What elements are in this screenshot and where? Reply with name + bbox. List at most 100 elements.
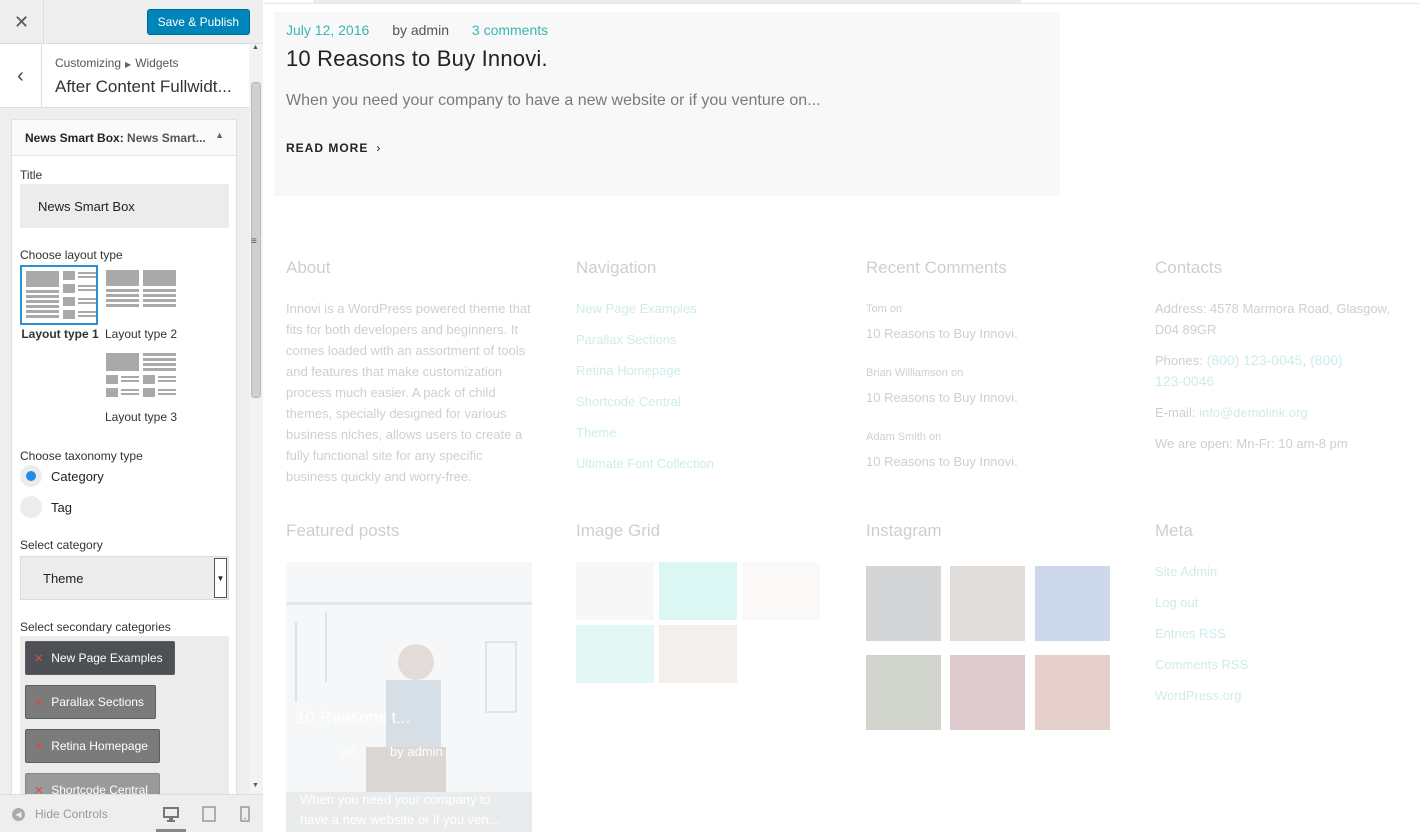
comment-post-link[interactable]: 10 Reasons to Buy Innovi. [866,326,1018,341]
taxonomy-category-label: Category [51,468,104,484]
layout-type-2-option[interactable]: Layout type 2 [101,265,181,341]
taxonomy-type-label: Choose taxonomy type [20,449,143,463]
nav-link[interactable]: New Page Examples [576,301,697,316]
scroll-up-icon[interactable]: ▲ [252,44,259,51]
instagram-image[interactable] [866,655,941,730]
widget-name-sub: News Smart... [127,131,206,145]
save-publish-button[interactable]: Save & Publish [146,9,250,35]
grid-image[interactable] [659,625,737,683]
close-icon[interactable]: ✕ [0,0,44,44]
widget-panel: News Smart Box: News Smart... ▲ Title Ch… [11,119,237,794]
nav-link[interactable]: Parallax Sections [576,332,676,347]
post-card: July 12, 2016 by admin 3 comments 10 Rea… [274,12,1060,196]
layout-type-1-option[interactable]: Layout type 1 [20,265,100,341]
radio-unchecked-icon [20,496,42,518]
meta-link[interactable]: WordPress.org [1155,688,1241,703]
layout-type-3-thumb [101,348,179,408]
remove-x-icon[interactable]: ✕ [34,653,43,665]
top-divider-highlight [313,0,1021,3]
email-label: E-mail: [1155,405,1196,420]
comment-on: on [950,367,964,379]
nav-link[interactable]: Theme [576,425,616,440]
nav-link[interactable]: Shortcode Central [576,394,681,409]
comment-author-name[interactable]: Tom [866,303,887,315]
desktop-preview-icon[interactable] [156,805,186,832]
grid-image[interactable] [576,562,654,620]
featured-post-image[interactable]: 10 Reasons t... 20 by admin When you nee… [286,562,532,832]
chip-label: Retina Homepage [51,739,148,753]
recent-comments-title: Recent Comments [866,258,1007,277]
collapse-arrow-icon[interactable]: ▲ [215,130,224,140]
layout-type-3-label: Layout type 3 [104,410,178,424]
secondary-category-chip[interactable]: ✕ Shortcode Central [25,773,160,794]
meta-title: Meta [1155,521,1193,540]
back-arrow-icon[interactable]: ‹ [0,44,42,108]
nav-link[interactable]: Ultimate Font Collection [576,456,714,471]
remove-x-icon[interactable]: ✕ [34,741,43,753]
instagram-image[interactable] [950,566,1025,641]
instagram-image[interactable] [950,655,1025,730]
layout-type-1-thumb [20,265,98,325]
grid-image[interactable] [576,625,654,683]
customizer-footer: ◀ Hide Controls [0,794,263,832]
widget-name-main: News Smart Box: [25,131,124,145]
comment-author: Tom on [866,303,902,315]
taxonomy-category-radio[interactable]: Category [20,465,104,487]
featured-post-author[interactable]: by admin [390,744,443,759]
secondary-categories-field[interactable]: ✕ New Page Examples ✕ Parallax Sections ✕ R… [20,636,229,794]
customizer-scroll-area: ‹ Customizing ▶ Widgets After Content Full… [0,44,249,794]
customizer-scrollbar[interactable]: ▲ ≡ ▼ [249,44,263,794]
title-input[interactable] [20,184,229,228]
layout-type-3-option[interactable]: Layout type 3 [101,348,181,424]
category-select[interactable]: Theme ▼ [20,556,229,600]
grid-image[interactable] [742,562,820,620]
taxonomy-tag-radio[interactable]: Tag [20,496,72,518]
comment-on: on [889,303,903,315]
post-date[interactable]: July 12, 2016 [286,22,369,38]
widget-title-bar[interactable]: News Smart Box: News Smart... ▲ [12,120,236,156]
post-comments[interactable]: 3 comments [472,22,548,38]
read-more-label: READ MORE [286,141,369,155]
hide-controls-button[interactable]: ◀ Hide Controls [12,807,108,821]
remove-x-icon[interactable]: ✕ [34,697,43,709]
meta-link[interactable]: Log out [1155,595,1198,610]
secondary-category-chip[interactable]: ✕ Parallax Sections [25,685,156,719]
tablet-preview-icon[interactable] [200,805,218,823]
secondary-category-chip[interactable]: ✕ New Page Examples [25,641,175,675]
grid-image[interactable] [659,562,737,620]
meta-link[interactable]: Comments RSS [1155,657,1248,672]
taxonomy-tag-label: Tag [51,499,72,515]
meta-link[interactable]: Site Admin [1155,564,1217,579]
meta-link[interactable]: Entries RSS [1155,626,1226,641]
secondary-categories-label: Select secondary categories [20,620,171,634]
featured-post-date: 20 [341,744,356,759]
remove-x-icon[interactable]: ✕ [34,785,43,794]
instagram-image[interactable] [866,566,941,641]
site-preview: July 12, 2016 by admin 3 comments 10 Rea… [263,0,1419,832]
comment-post-link[interactable]: 10 Reasons to Buy Innovi. [866,390,1018,405]
mobile-preview-icon[interactable] [236,805,254,823]
comment-post-link[interactable]: 10 Reasons to Buy Innovi. [866,454,1018,469]
comment-author-name[interactable]: Brian Williamson [866,367,948,379]
instagram-image[interactable] [1035,655,1110,730]
contacts-hours: We are open: Mn-Fr: 10 am-8 pm [1155,436,1348,451]
instagram-image[interactable] [1035,566,1110,641]
layout-type-label: Choose layout type [20,248,123,262]
email-link[interactable]: info@demolink.org [1199,405,1308,420]
radio-checked-icon [20,465,42,487]
category-select-value: Theme [43,571,84,586]
comment-author-name[interactable]: Adam Smith [866,431,926,443]
post-author[interactable]: by admin [392,22,449,38]
layout-type-1-label: Layout type 1 [21,327,99,341]
contacts-email: E-mail: info@demolink.org [1155,402,1308,423]
featured-post-title[interactable]: 10 Reasons t... [296,708,410,728]
nav-link[interactable]: Retina Homepage [576,363,681,378]
chip-label: Parallax Sections [51,695,144,709]
dropdown-arrow-icon: ▼ [214,558,227,598]
phone-link[interactable]: (800) 123-0045 [1207,352,1303,368]
scroll-down-icon[interactable]: ▼ [252,782,259,789]
read-more-link[interactable]: READ MORE › [286,141,381,155]
secondary-category-chip[interactable]: ✕ Retina Homepage [25,729,160,763]
breadcrumb-separator-icon: ▶ [125,60,132,69]
post-title[interactable]: 10 Reasons to Buy Innovi. [286,46,548,72]
